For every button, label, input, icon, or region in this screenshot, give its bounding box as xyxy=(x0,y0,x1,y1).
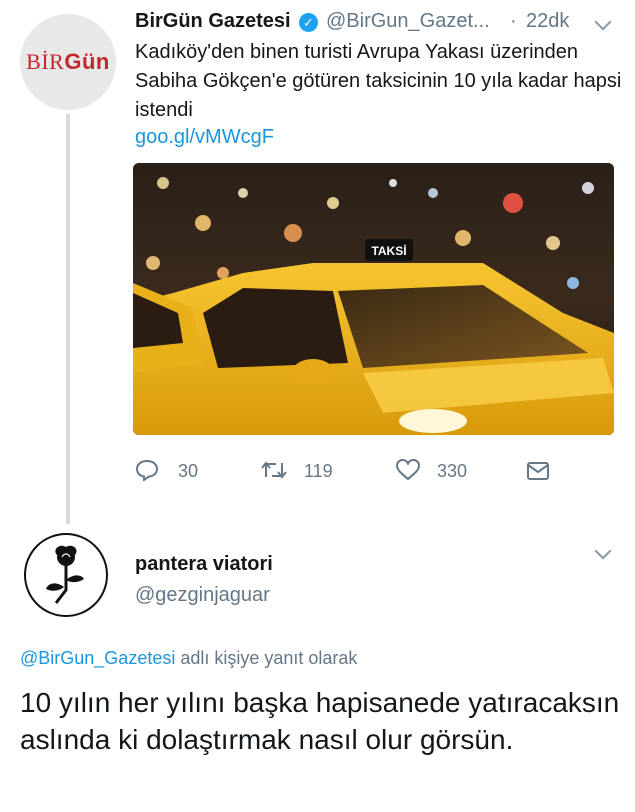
reply-text: 10 yılın her yılını başka hapisanede yat… xyxy=(20,687,620,755)
direct-message-icon[interactable] xyxy=(526,460,550,482)
replying-to: @BirGun_Gazetesi adlı kişiye yanıt olara… xyxy=(20,648,357,669)
reply-count: 30 xyxy=(178,461,199,481)
reply-icon[interactable] xyxy=(135,459,159,482)
separator-dot: · xyxy=(510,10,517,32)
chevron-down-icon[interactable] xyxy=(594,542,612,560)
timestamp[interactable]: 22dk xyxy=(526,10,569,33)
thread-line xyxy=(66,114,70,524)
avatar[interactable] xyxy=(24,533,108,617)
replying-to-mention[interactable]: @BirGun_Gazetesi xyxy=(20,648,175,668)
verified-icon: ✓ xyxy=(299,13,318,32)
reply-author-name[interactable]: pantera viatori xyxy=(135,553,273,576)
tweet-link[interactable]: goo.gl/vMWcgF xyxy=(135,126,274,149)
author-name[interactable]: BirGün Gazetesi xyxy=(135,10,291,33)
retweet-count: 119 xyxy=(304,461,333,481)
replying-to-label: adlı kişiye yanıt olarak xyxy=(175,648,358,668)
reply-author-handle[interactable]: @gezginjaguar xyxy=(135,584,270,607)
author-handle[interactable]: @BirGun_Gazet... xyxy=(326,10,490,33)
birgun-logo: BİRGün xyxy=(26,49,110,74)
heart-icon[interactable] xyxy=(395,458,421,482)
rose-icon xyxy=(46,545,84,604)
tweet-image[interactable]: TAKSİ xyxy=(133,163,614,435)
retweet-icon[interactable] xyxy=(260,459,288,481)
avatar[interactable]: BİRGün xyxy=(20,14,116,110)
chevron-down-icon[interactable] xyxy=(594,13,612,31)
tweet-text: Kadıköy'den binen turisti Avrupa Yakası … xyxy=(135,41,622,121)
taxi-sign-text: TAKSİ xyxy=(371,243,406,258)
taxi-photo: TAKSİ xyxy=(133,163,614,435)
like-count: 330 xyxy=(437,461,468,481)
